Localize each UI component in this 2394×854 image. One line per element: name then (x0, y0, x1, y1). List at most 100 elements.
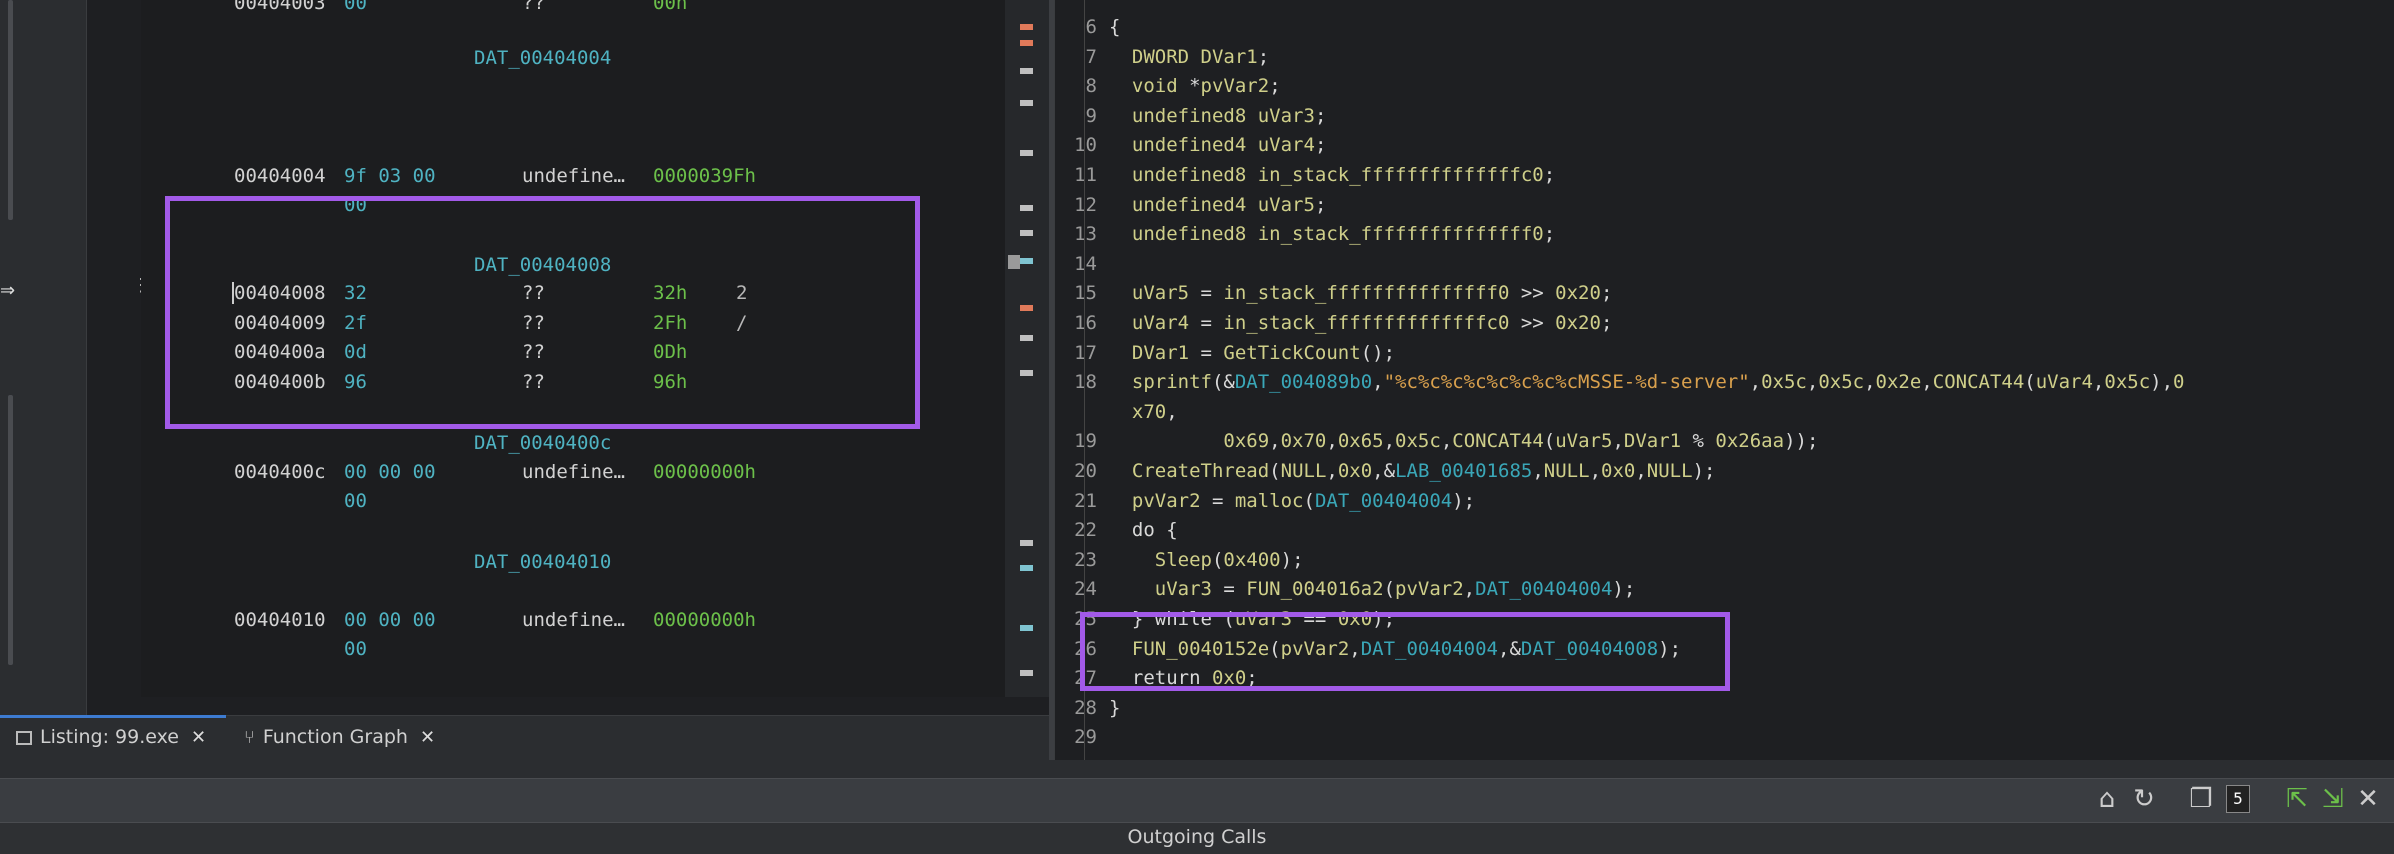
code-token[interactable]: NULL (1647, 460, 1693, 482)
depth-badge[interactable]: 5 (2221, 782, 2255, 816)
decompiler-line[interactable]: x70, (1055, 397, 2394, 427)
window-icon[interactable]: ❐ (2184, 782, 2218, 816)
tab-listing[interactable]: Listing: 99.exe ✕ (16, 716, 206, 758)
marker-data[interactable] (1020, 625, 1033, 631)
marker-info[interactable] (1020, 205, 1033, 211)
marker-data[interactable] (1020, 565, 1033, 571)
code-token[interactable]: DWORD (1132, 46, 1189, 68)
marker-info[interactable] (1020, 370, 1033, 376)
listing-label-row[interactable]: DAT_00404010 (141, 547, 1005, 577)
decompiler-line[interactable]: 7 DWORD DVar1; (1055, 42, 2394, 72)
code-token[interactable]: NULL (1544, 460, 1590, 482)
marker-data[interactable] (1020, 258, 1033, 264)
decompiler-line[interactable]: 12 undefined4 uVar5; (1055, 190, 2394, 220)
code-token[interactable]: void (1132, 75, 1178, 97)
code-token[interactable]: 0x5c (2104, 371, 2150, 393)
code-token[interactable]: 0x0 (1601, 460, 1635, 482)
code-token[interactable]: undefined8 (1132, 223, 1246, 245)
decompiler-line[interactable]: 13 undefined8 in_stack_fffffffffffffff0; (1055, 219, 2394, 249)
code-token[interactable]: in_stack_ffffffffffffffc0 (1223, 312, 1509, 334)
code-token[interactable]: 0x0 (1338, 460, 1372, 482)
code-token[interactable]: x70 (1132, 401, 1166, 423)
code-token[interactable]: DVar1 (1132, 342, 1189, 364)
code-token[interactable]: NULL (1281, 460, 1327, 482)
marker-info[interactable] (1020, 68, 1033, 74)
decompiler-line[interactable]: 29 (1055, 722, 2394, 752)
marker-change[interactable] (1020, 24, 1033, 30)
code-token[interactable]: 0x5c (1395, 430, 1441, 452)
marker-info[interactable] (1020, 670, 1033, 676)
listing-overview-margin[interactable] (1005, 0, 1049, 697)
code-token[interactable]: 0x20 (1555, 282, 1601, 304)
decompiler-line[interactable]: 6{ (1055, 12, 2394, 42)
listing-row[interactable]: 00404004 9f 03 00 undefine… 0000039Fh (141, 161, 1005, 191)
refresh-icon[interactable]: ↻ (2127, 782, 2161, 816)
decompiler-line[interactable]: 8 void *pvVar2; (1055, 71, 2394, 101)
code-token[interactable]: undefined8 (1132, 105, 1246, 127)
decompiler-line[interactable]: 16 uVar4 = in_stack_ffffffffffffffc0 >> … (1055, 308, 2394, 338)
decompiler-line[interactable]: 17 DVar1 = GetTickCount(); (1055, 338, 2394, 368)
code-token[interactable]: 0 (2173, 371, 2184, 393)
code-token[interactable]: DAT_004089b0 (1235, 371, 1372, 393)
code-token[interactable]: uVar5 (1132, 282, 1189, 304)
code-token[interactable]: uVar4 (1132, 312, 1189, 334)
decompiler-line[interactable]: 22 do { (1055, 515, 2394, 545)
code-token[interactable]: pvVar2 (1132, 490, 1201, 512)
code-token[interactable]: DVar1 (1201, 46, 1258, 68)
code-token[interactable]: uVar4 (1258, 134, 1315, 156)
code-token[interactable]: undefined4 (1132, 134, 1246, 156)
code-token[interactable]: undefined8 (1132, 164, 1246, 186)
decompiler-line[interactable]: 23 Sleep(0x400); (1055, 545, 2394, 575)
code-token[interactable]: undefined4 (1132, 194, 1246, 216)
code-token[interactable]: 0x5c (1761, 371, 1807, 393)
close-panel-icon[interactable]: ✕ (2351, 782, 2385, 816)
code-token[interactable]: CONCAT44 (1933, 371, 2025, 393)
navigate-in-icon[interactable]: ⇲ (2316, 782, 2350, 816)
listing-label-row[interactable]: DAT_0040400c (141, 428, 1005, 458)
code-token[interactable]: uVar3 (1155, 578, 1212, 600)
marker-info[interactable] (1020, 100, 1033, 106)
code-token[interactable]: Sleep (1155, 549, 1212, 571)
decompiler-line[interactable]: 14 (1055, 249, 2394, 279)
code-token[interactable]: 0x26aa (1715, 430, 1784, 452)
decompiler-line[interactable]: 11 undefined8 in_stack_ffffffffffffffc0; (1055, 160, 2394, 190)
navigate-out-icon[interactable]: ⇱ (2280, 782, 2314, 816)
code-token[interactable]: DAT_00404004 (1475, 578, 1612, 600)
decompiler-line[interactable]: 10 undefined4 uVar4; (1055, 130, 2394, 160)
listing-row[interactable]: 0040400c 00 00 00 undefine… 00000000h (141, 457, 1005, 487)
code-token[interactable]: uVar5 (1258, 194, 1315, 216)
listing-scroll-thumb[interactable] (1008, 255, 1020, 269)
code-token[interactable]: DVar1 (1624, 430, 1681, 452)
code-token[interactable]: FUN_004016a2 (1246, 578, 1383, 600)
code-token[interactable]: 0x5c (1818, 371, 1864, 393)
tab-function-graph[interactable]: ⑂ Function Graph ✕ (244, 716, 435, 758)
close-icon[interactable]: ✕ (420, 727, 435, 748)
code-token[interactable]: "%c%c%c%c%c%c%c%cMSSE-%d-server" (1384, 371, 1750, 393)
decompiler-line[interactable]: 28} (1055, 693, 2394, 723)
decompiler-line[interactable]: 18 sprintf(&DAT_004089b0,"%c%c%c%c%c%c%c… (1055, 367, 2394, 397)
decompiler-line[interactable]: 19 0x69,0x70,0x65,0x5c,CONCAT44(uVar5,DV… (1055, 426, 2394, 456)
code-token[interactable]: uVar3 (1258, 105, 1315, 127)
code-token[interactable]: 0x70 (1281, 430, 1327, 452)
resize-arrow-icon[interactable]: ⇒ (0, 280, 15, 301)
listing-row[interactable]: 00404003 00?? 00h (141, 0, 1005, 18)
code-token[interactable]: malloc (1235, 490, 1304, 512)
marker-info[interactable] (1020, 230, 1033, 236)
code-token[interactable]: 0x20 (1555, 312, 1601, 334)
code-token[interactable]: uVar5 (1555, 430, 1612, 452)
listing-row[interactable]: 00 (141, 486, 1005, 516)
listing-row[interactable]: 00 (141, 634, 1005, 664)
code-token[interactable]: pvVar2 (1201, 75, 1270, 97)
left-strip-scroll-thumb-lower[interactable] (8, 395, 13, 665)
code-token[interactable]: in_stack_fffffffffffffff0 (1258, 223, 1544, 245)
code-token[interactable]: CreateThread (1132, 460, 1269, 482)
code-token[interactable]: sprintf (1132, 371, 1212, 393)
code-token[interactable]: pvVar2 (1395, 578, 1464, 600)
listing-row[interactable]: 00404010 00 00 00 undefine… 00000000h (141, 605, 1005, 635)
code-token[interactable]: DAT_00404004 (1315, 490, 1452, 512)
left-strip-scroll-thumb[interactable] (8, 0, 13, 220)
code-token[interactable]: uVar4 (2036, 371, 2093, 393)
marker-info[interactable] (1020, 540, 1033, 546)
home-icon[interactable]: ⌂ (2090, 782, 2124, 816)
marker-info[interactable] (1020, 335, 1033, 341)
